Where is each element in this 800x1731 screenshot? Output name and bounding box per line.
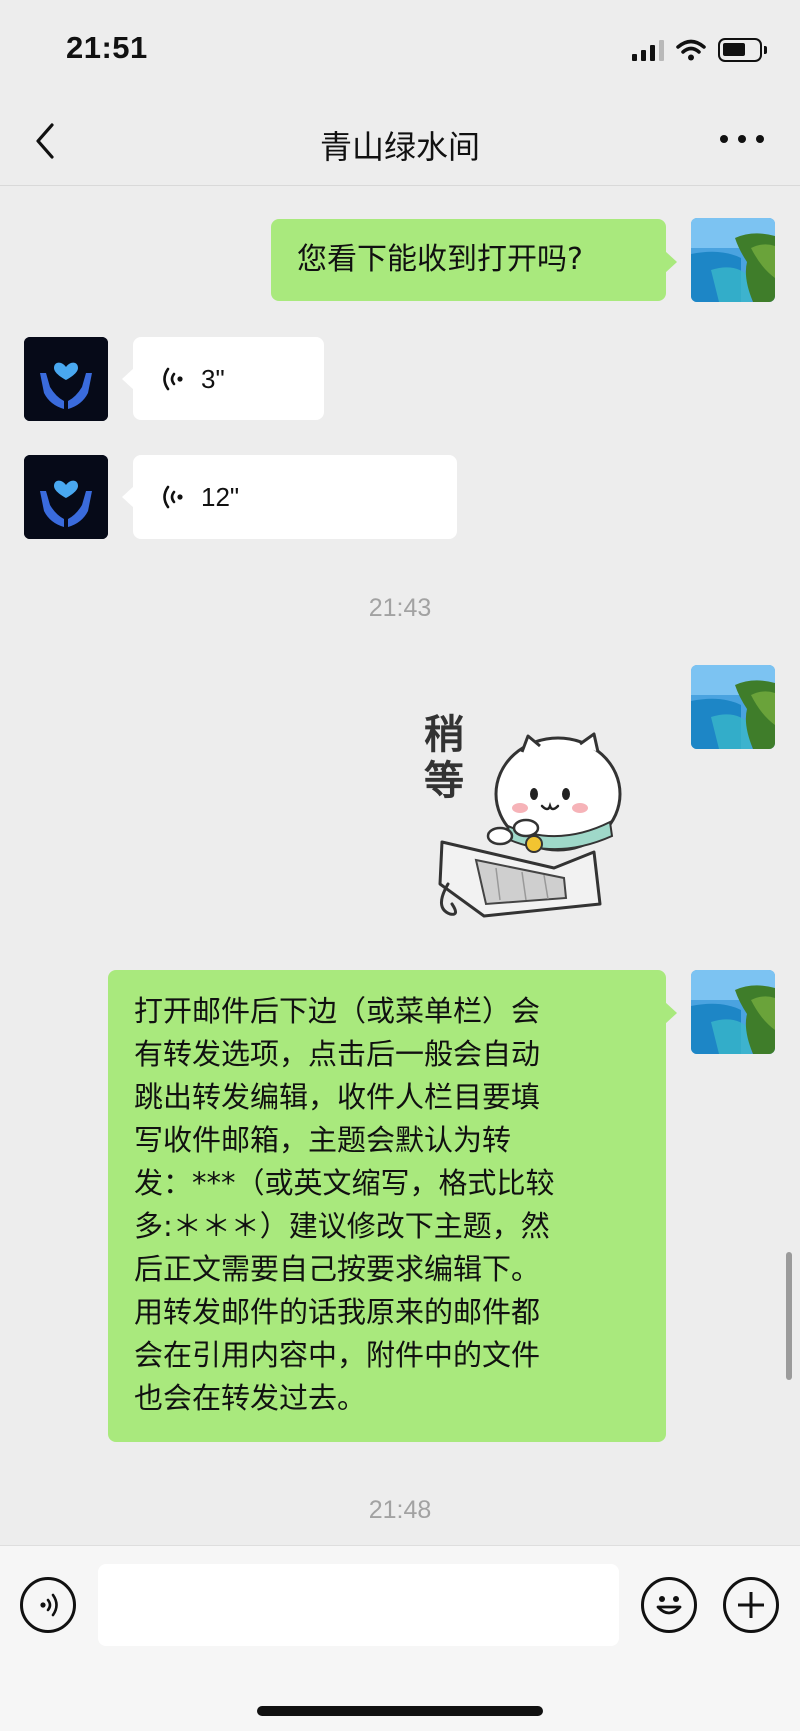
voice-message-bubble[interactable]: 12"	[122, 455, 457, 539]
message-line: 发：***（或英文缩写，格式比较	[134, 1166, 555, 1200]
message-line: 写收件邮箱，主题会默认为转	[134, 1123, 512, 1157]
self-avatar[interactable]	[691, 970, 775, 1054]
more-options-icon[interactable]	[720, 132, 764, 146]
voice-playback-icon	[163, 367, 183, 390]
voice-playback-icon	[163, 485, 183, 509]
chat-header: 青山绿水间	[0, 96, 800, 186]
message-line: 会在引用内容中，附件中的文件	[134, 1338, 541, 1372]
message-line: 用转发邮件的话我原来的邮件都	[134, 1295, 541, 1329]
chat-timestamp: 21:43	[368, 594, 432, 622]
contact-avatar[interactable]	[24, 455, 108, 539]
home-indicator[interactable]	[257, 1706, 543, 1716]
message-line: 也会在转发过去。	[134, 1381, 367, 1415]
message-text: 您看下能收到打开吗?	[297, 242, 583, 277]
battery-icon	[718, 38, 767, 62]
message-line: 打开邮件后下边（或菜单栏）会	[134, 994, 541, 1028]
self-avatar[interactable]	[691, 665, 775, 749]
status-icons	[632, 36, 767, 64]
message-line: 多:＊＊＊）建议修改下主题，然	[134, 1209, 550, 1243]
wifi-icon	[676, 39, 706, 61]
message-text-input[interactable]	[98, 1564, 619, 1646]
voice-duration: 3"	[201, 363, 225, 394]
contact-avatar[interactable]	[24, 337, 108, 421]
chat-title: 青山绿水间	[319, 128, 480, 166]
message-input-bar	[0, 1545, 800, 1731]
cat-typing-sticker[interactable]: 稍等	[404, 708, 634, 928]
self-avatar[interactable]	[691, 218, 775, 302]
message-line: 有转发选项，点击后一般会自动	[134, 1037, 541, 1071]
status-bar: 21:51	[0, 0, 800, 96]
message-bubble-self[interactable]: 打开邮件后下边（或菜单栏）会 有转发选项，点击后一般会自动 跳出转发编辑，收件人…	[108, 970, 677, 1442]
voice-toggle-icon[interactable]	[20, 1577, 76, 1633]
scroll-indicator[interactable]	[786, 1252, 792, 1380]
chat-timestamp: 21:48	[368, 1496, 432, 1524]
plus-icon[interactable]	[723, 1577, 779, 1633]
cellular-signal-icon	[632, 39, 664, 61]
status-time: 21:51	[66, 30, 148, 65]
voice-message-bubble[interactable]: 3"	[122, 337, 324, 420]
message-line: 跳出转发编辑，收件人栏目要填	[134, 1080, 541, 1114]
message-bubble-self[interactable]: 您看下能收到打开吗?	[271, 219, 677, 301]
message-line: 后正文需要自己按要求编辑下。	[134, 1252, 541, 1286]
emoji-icon[interactable]	[641, 1577, 697, 1633]
voice-duration: 12"	[201, 482, 240, 512]
